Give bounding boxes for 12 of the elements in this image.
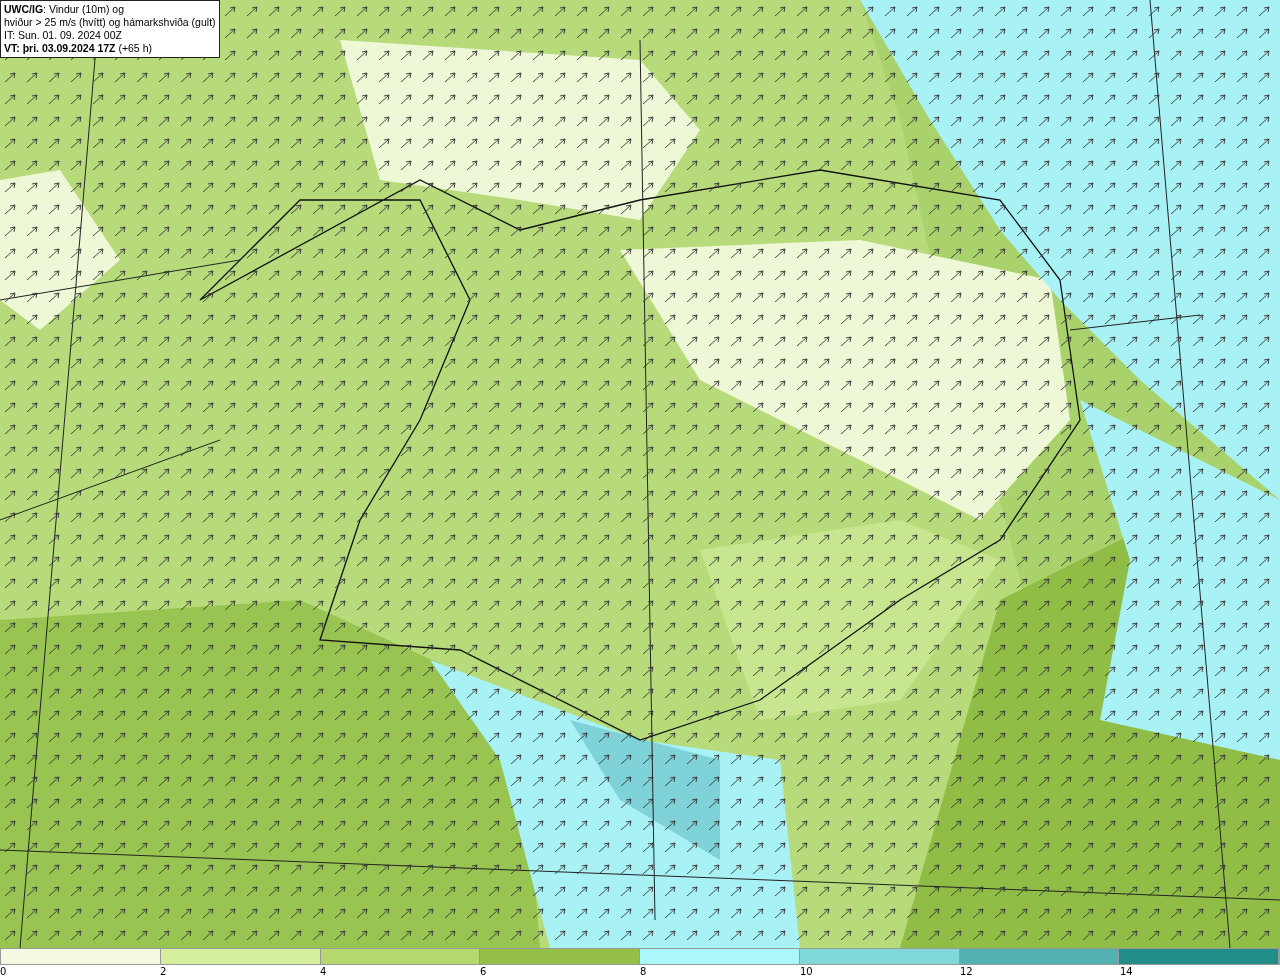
info-text: IT: Sun. 01. 09. 2024 00Z: [4, 29, 123, 42]
legend-tick-label: 12: [960, 966, 973, 977]
legend-tick-label: 8: [640, 966, 647, 977]
legend-tick-label: 14: [1120, 966, 1133, 977]
legend-tick-label: 0: [0, 966, 7, 977]
legend-tick-label: 2: [160, 966, 167, 977]
legend-tick-label: 4: [320, 966, 327, 977]
info-text: UWC/IG: Vindur (10m) og: [4, 3, 125, 16]
info-text: VT: þri. 03.09.2024 17Z (+65 h): [4, 42, 153, 55]
legend-tick-label: 6: [480, 966, 487, 977]
legend-tick-label: 10: [800, 966, 813, 977]
info-text: hviður > 25 m/s (hvítt) og hámarkshviða (gult): [4, 16, 216, 29]
